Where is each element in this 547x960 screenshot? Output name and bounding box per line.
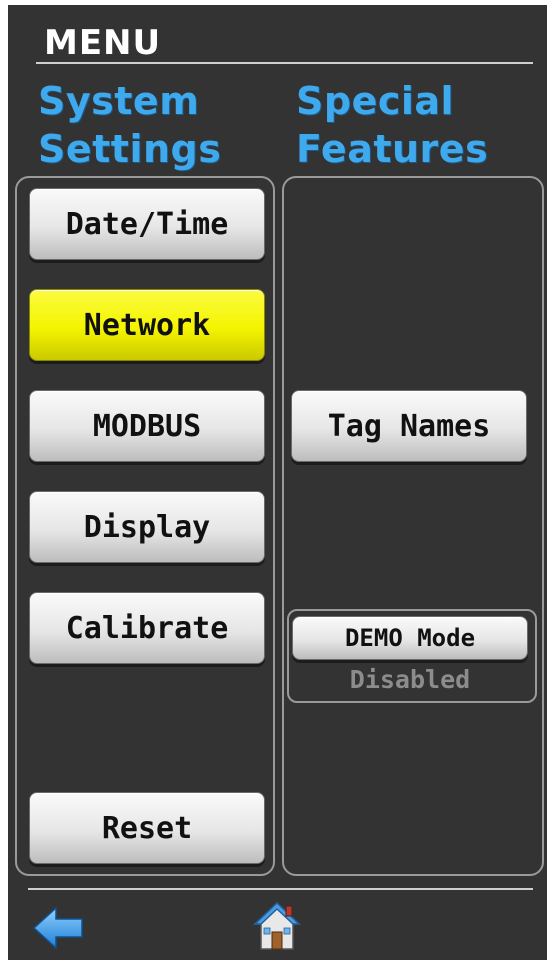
display-button[interactable]: Display [29, 491, 265, 563]
modbus-button[interactable]: MODBUS [29, 390, 265, 462]
calibrate-button[interactable]: Calibrate [29, 592, 265, 664]
special-features-heading: Special Features [296, 77, 488, 173]
menu-screen: MENU System Settings Special Features Da… [8, 5, 547, 960]
system-settings-heading: System Settings [38, 77, 221, 173]
footer-divider [28, 888, 533, 890]
reset-button[interactable]: Reset [29, 792, 265, 864]
back-arrow-icon[interactable] [32, 905, 86, 951]
date-time-button[interactable]: Date/Time [29, 188, 265, 260]
system-settings-heading-line1: System [38, 79, 200, 123]
demo-mode-button[interactable]: DEMO Mode [292, 616, 528, 660]
special-features-panel [282, 176, 544, 876]
page-title: MENU [44, 23, 162, 63]
system-settings-heading-line2: Settings [38, 127, 222, 171]
demo-mode-status: Disabled [349, 665, 471, 694]
special-features-heading-line1: Special [296, 79, 455, 123]
header-divider [36, 62, 533, 64]
special-features-heading-line2: Features [296, 127, 489, 171]
tag-names-button[interactable]: Tag Names [291, 390, 527, 462]
home-icon[interactable] [252, 900, 302, 952]
network-button[interactable]: Network [29, 289, 265, 361]
